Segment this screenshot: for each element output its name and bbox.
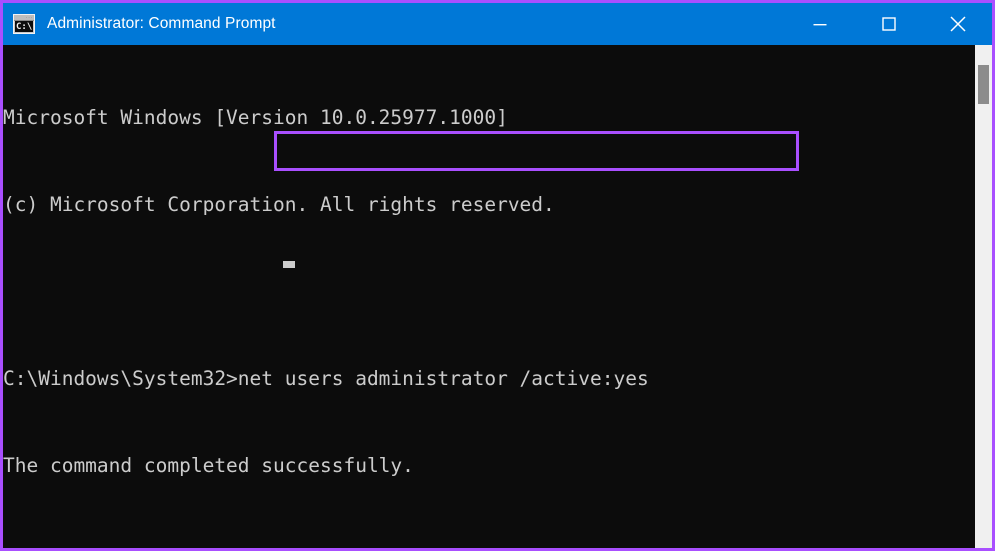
command-prompt-icon: ··· C:\. xyxy=(13,14,35,34)
icon-screen-glyph: C:\. xyxy=(15,21,33,32)
vertical-scroll-thumb[interactable] xyxy=(978,65,989,104)
console-text: Microsoft Windows [Version 10.0.25977.10… xyxy=(3,45,649,548)
console-line: Microsoft Windows [Version 10.0.25977.10… xyxy=(3,106,508,129)
console-line: (c) Microsoft Corporation. All rights re… xyxy=(3,193,555,216)
console-result-line: The command completed successfully. xyxy=(3,454,414,477)
console-output-area[interactable]: Microsoft Windows [Version 10.0.25977.10… xyxy=(3,45,992,548)
vertical-scrollbar[interactable] xyxy=(975,45,992,548)
minimize-button[interactable] xyxy=(785,3,854,45)
command-prompt-window: ··· C:\. Administrator: Command Prompt M… xyxy=(0,0,995,551)
text-cursor xyxy=(283,261,295,268)
console-command-line: C:\Windows\System32>net users administra… xyxy=(3,367,649,390)
maximize-button[interactable] xyxy=(854,3,923,45)
close-button[interactable] xyxy=(923,3,992,45)
minimize-icon xyxy=(813,24,826,26)
icon-dots: ··· xyxy=(26,15,33,20)
maximize-icon xyxy=(881,17,896,31)
caption-button-group xyxy=(785,3,992,45)
close-icon xyxy=(949,16,966,32)
window-title: Administrator: Command Prompt xyxy=(47,15,276,32)
